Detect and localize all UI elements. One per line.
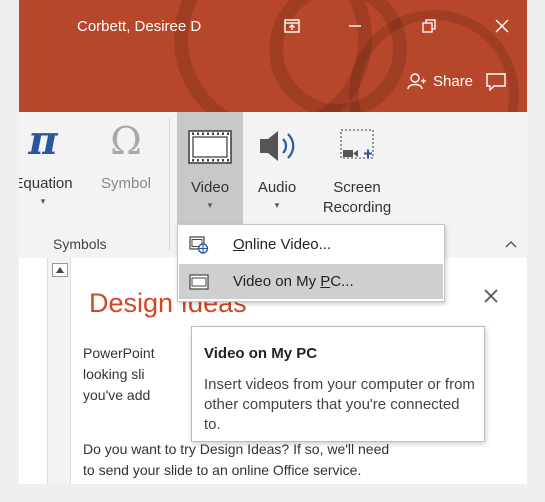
omega-icon: Ω	[110, 119, 142, 163]
scroll-up-button[interactable]	[52, 263, 68, 277]
audio-label: Audio	[257, 179, 297, 196]
restore-button[interactable]	[414, 12, 444, 40]
close-icon	[495, 19, 509, 33]
film-icon	[188, 130, 232, 164]
tooltip-body: Insert videos from your computer or from…	[204, 376, 475, 433]
equation-label: Equation	[19, 175, 73, 192]
tooltip-title: Video on My PC	[204, 345, 318, 362]
close-icon	[484, 289, 498, 303]
ribbon-display-options-button[interactable]	[277, 12, 307, 40]
menu-item-label: Video on My PC...	[233, 273, 354, 290]
pi-icon: π	[28, 117, 58, 164]
video-button[interactable]: Video ▾	[177, 112, 243, 226]
menu-item-online-video[interactable]: Online Video...	[179, 227, 443, 262]
screen-recording-button[interactable]: Screen Recording	[312, 112, 402, 218]
minimize-icon	[349, 25, 361, 27]
person-icon	[407, 73, 426, 90]
powerpoint-window: Corbett, Desiree D Share π Equation ▾ Ω …	[19, 0, 527, 484]
screen-recording-icon	[340, 129, 374, 159]
pane-text-line: to send your slide to an online Office s…	[83, 462, 362, 478]
user-name[interactable]: Corbett, Desiree D	[77, 18, 201, 35]
share-button[interactable]: Share	[407, 72, 473, 90]
screen-recording-label-line2: Recording	[322, 199, 392, 216]
chevron-down-icon: ▾	[207, 200, 213, 210]
pane-text-line: you've add	[83, 387, 151, 403]
share-label: Share	[433, 72, 474, 90]
collapse-ribbon-icon[interactable]	[505, 236, 517, 251]
screen-recording-label-line1: Screen	[333, 179, 381, 196]
pane-text-line: Do you want to try Design Ideas? If so, …	[83, 441, 390, 457]
menu-item-video-on-my-pc[interactable]: Video on My PC...	[179, 264, 443, 299]
menu-item-label: Online Video...	[233, 236, 332, 253]
tooltip: Video on My PC Insert videos from your c…	[191, 326, 485, 442]
pane-text-line: PowerPoint	[83, 345, 155, 361]
speaker-icon	[260, 131, 295, 161]
comment-icon	[486, 73, 506, 91]
scrollbar[interactable]	[47, 258, 71, 484]
pane-close-button[interactable]	[484, 283, 498, 309]
close-button[interactable]	[487, 12, 517, 40]
chevron-down-icon: ▾	[274, 200, 280, 210]
audio-button[interactable]: Audio ▾	[247, 112, 307, 212]
film-icon	[189, 273, 209, 290]
triangle-up-icon	[56, 267, 64, 273]
group-separator	[169, 118, 170, 250]
restore-icon	[422, 19, 436, 33]
symbol-button[interactable]: Ω Symbol	[91, 112, 161, 194]
equation-button[interactable]: π Equation ▾	[19, 112, 73, 208]
title-bar: Corbett, Desiree D Share	[19, 0, 527, 112]
comments-button[interactable]	[482, 70, 510, 94]
video-dropdown-menu: Online Video... Video on My PC...	[177, 224, 445, 302]
pane-text-line: looking sli	[83, 366, 145, 382]
minimize-button[interactable]	[340, 12, 370, 40]
online-video-icon	[189, 235, 209, 254]
symbols-group-label: Symbols	[53, 236, 107, 252]
symbol-label: Symbol	[100, 175, 152, 192]
ribbon-display-icon	[284, 19, 300, 33]
video-label: Video	[190, 179, 230, 196]
chevron-down-icon: ▾	[40, 196, 46, 206]
